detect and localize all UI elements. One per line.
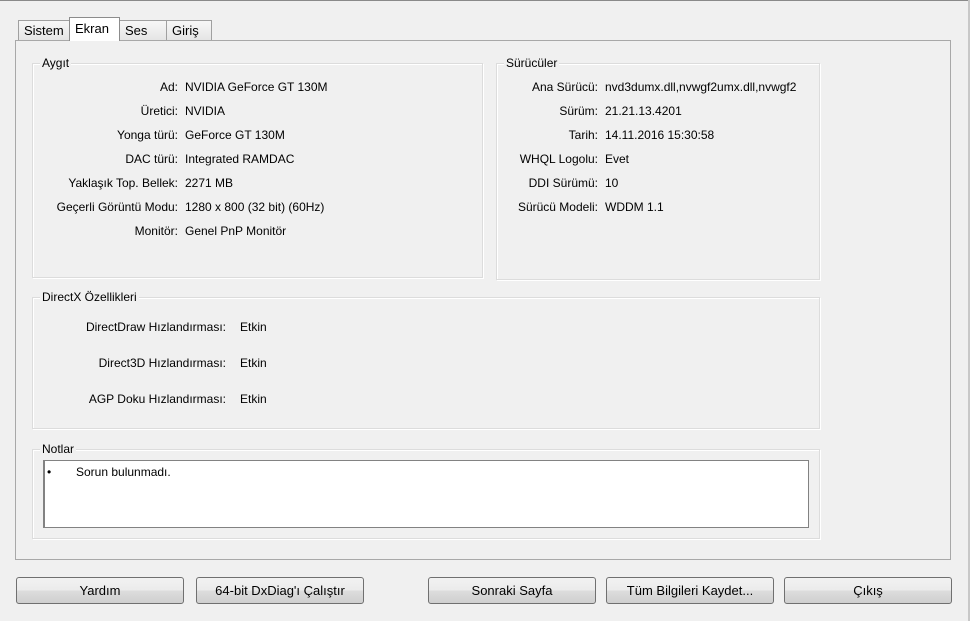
direct3d-value: Etkin (240, 356, 267, 370)
tab-giris[interactable]: Giriş (166, 20, 212, 40)
version-label: Sürüm: (559, 104, 598, 118)
agp-texture-label: AGP Doku Hızlandırması: (88, 392, 226, 406)
notes-group-title: Notlar (40, 442, 77, 456)
directdraw-value: Etkin (240, 320, 267, 334)
window-top-border (0, 0, 970, 1)
version-value: 21.21.13.4201 (605, 104, 682, 118)
date-value: 14.11.2016 15:30:58 (605, 128, 715, 142)
tab-ekran[interactable]: Ekran (69, 17, 120, 41)
tab-sistem[interactable]: Sistem (18, 20, 70, 40)
dac-type-label: DAC türü: (125, 152, 178, 166)
device-name-label: Ad: (159, 80, 178, 94)
save-all-information-button[interactable]: Tüm Bilgileri Kaydet... (606, 577, 774, 604)
tab-ses[interactable]: Ses (119, 20, 167, 40)
monitor-value: Genel PnP Monitör (185, 224, 287, 238)
manufacturer-label: Üretici: (140, 104, 178, 118)
display-mode-value: 1280 x 800 (32 bit) (60Hz) (185, 200, 325, 214)
date-label: Tarih: (568, 128, 598, 142)
manufacturer-value: NVIDIA (185, 104, 226, 118)
total-memory-label: Yaklaşık Top. Bellek: (68, 176, 178, 190)
driver-model-value: WDDM 1.1 (605, 200, 664, 214)
device-name-value: NVIDIA GeForce GT 130M (185, 80, 328, 94)
notes-textbox[interactable]: • Sorun bulunmadı. (43, 460, 809, 528)
chip-type-label: Yonga türü: (117, 128, 178, 142)
direct3d-label: Direct3D Hızlandırması: (98, 356, 226, 370)
chip-type-value: GeForce GT 130M (185, 128, 285, 142)
display-mode-label: Geçerli Görüntü Modu: (56, 200, 178, 214)
drivers-group: Sürücüler (496, 56, 820, 280)
drivers-group-title: Sürücüler (504, 56, 560, 70)
run-64bit-dxdiag-button[interactable]: 64-bit DxDiag'ı Çalıştır (196, 577, 364, 604)
device-group: Aygıt (32, 56, 483, 278)
device-group-title: Aygıt (40, 56, 72, 70)
directdraw-label: DirectDraw Hızlandırması: (85, 320, 226, 334)
next-page-button[interactable]: Sonraki Sayfa (428, 577, 596, 604)
help-button[interactable]: Yardım (16, 577, 184, 604)
dac-type-value: Integrated RAMDAC (185, 152, 295, 166)
whql-label: WHQL Logolu: (519, 152, 598, 166)
driver-model-label: Sürücü Modeli: (517, 200, 598, 214)
notes-bullet-icon: • (47, 465, 52, 479)
total-memory-value: 2271 MB (185, 176, 234, 190)
whql-value: Evet (605, 152, 630, 166)
exit-button[interactable]: Çıkış (784, 577, 952, 604)
ddi-version-value: 10 (605, 176, 619, 190)
main-driver-value: nvd3dumx.dll,nvwgf2umx.dll,nvwgf2 (605, 80, 797, 94)
agp-texture-value: Etkin (240, 392, 267, 406)
ddi-version-label: DDI Sürümü: (528, 176, 598, 190)
directx-features-title: DirectX Özellikleri (40, 290, 139, 304)
monitor-label: Monitör: (134, 224, 178, 238)
main-driver-label: Ana Sürücü: (531, 80, 598, 94)
notes-item: Sorun bulunmadı. (76, 465, 171, 479)
